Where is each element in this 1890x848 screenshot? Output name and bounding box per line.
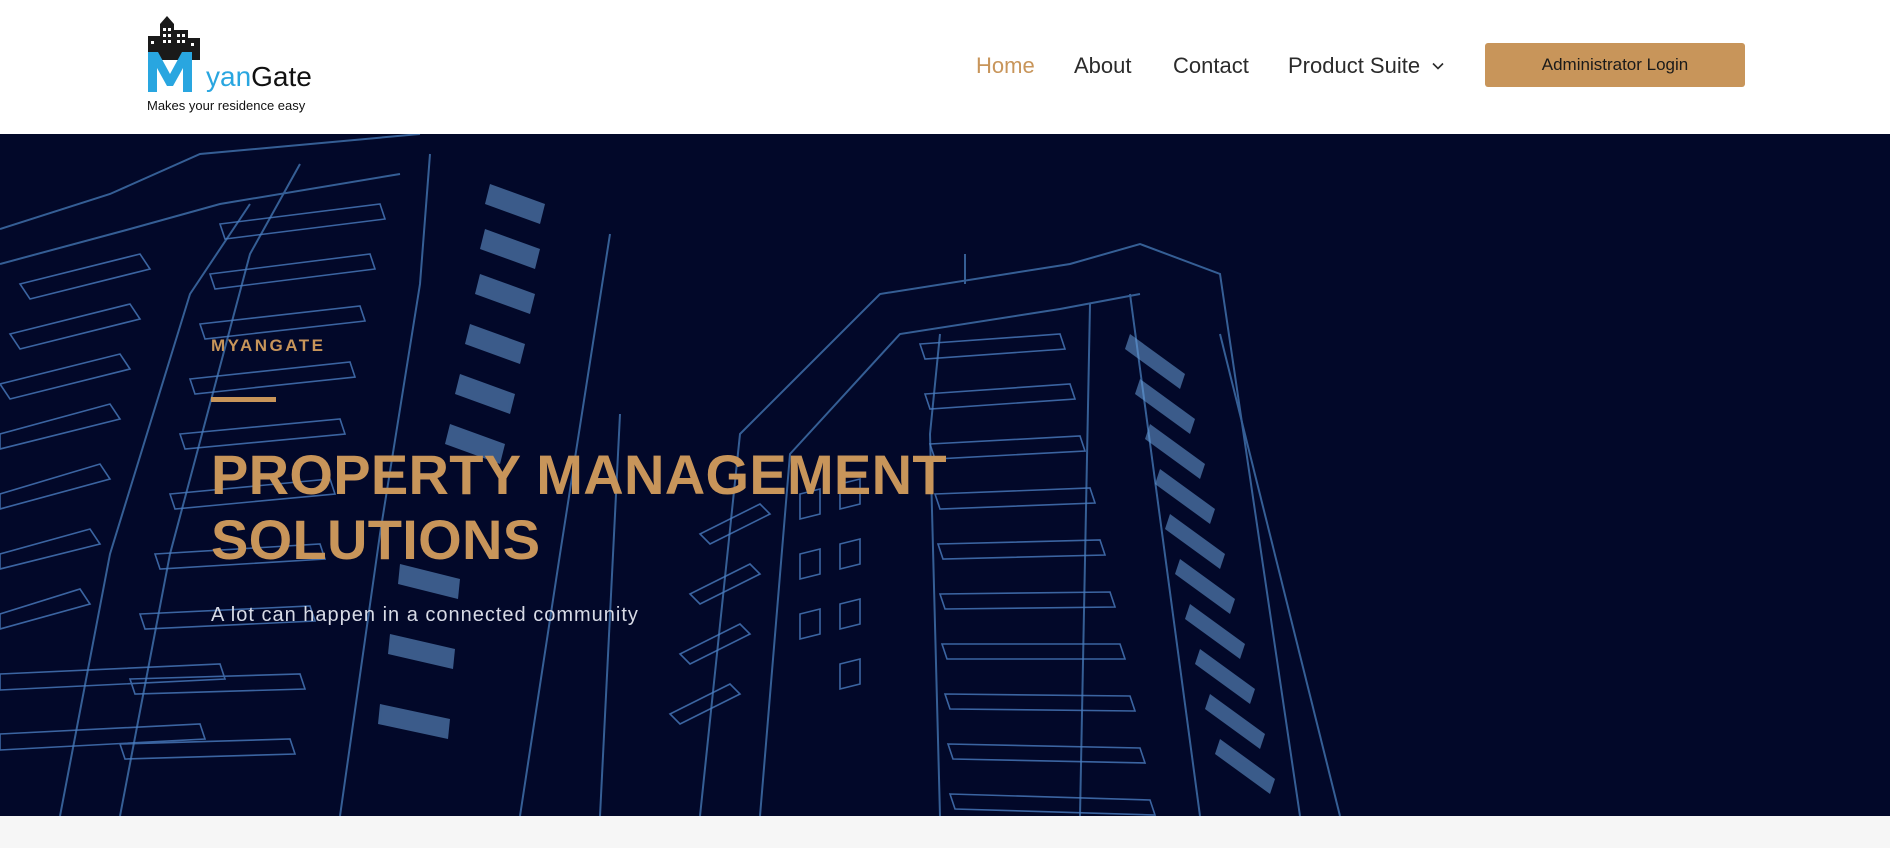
buildings-icon — [148, 16, 200, 92]
hero-title-line-1: PROPERTY MANAGEMENT — [211, 443, 947, 506]
hero-content: MYANGATE PROPERTY MANAGEMENT SOLUTIONS A… — [211, 134, 1011, 816]
brand-logo[interactable]: yanGate Makes your residence easy — [146, 16, 316, 116]
nav-product-suite-label: Product Suite — [1288, 53, 1421, 78]
brand-wordmark: yanGate — [206, 60, 312, 94]
site-header: yanGate Makes your residence easy Home A… — [0, 0, 1890, 134]
hero-eyebrow: MYANGATE — [211, 336, 326, 355]
eyebrow-divider — [211, 397, 276, 402]
hero-title-line-2: SOLUTIONS — [211, 508, 541, 571]
brand-tagline: Makes your residence easy — [147, 98, 306, 113]
brand-word-gate: Gate — [251, 61, 312, 92]
nav-contact[interactable]: Contact — [1173, 48, 1249, 84]
hero-title: PROPERTY MANAGEMENT SOLUTIONS — [211, 442, 971, 572]
chevron-down-icon — [1432, 62, 1444, 70]
administrator-login-button[interactable]: Administrator Login — [1485, 43, 1745, 87]
nav-product-suite[interactable]: Product Suite — [1288, 48, 1446, 84]
nav-home[interactable]: Home — [976, 48, 1035, 84]
brand-word-yan: yan — [206, 61, 252, 92]
hero-subtitle: A lot can happen in a connected communit… — [211, 604, 639, 626]
hero-section: MYANGATE PROPERTY MANAGEMENT SOLUTIONS A… — [0, 134, 1890, 816]
nav-about[interactable]: About — [1074, 48, 1132, 84]
next-section-edge — [0, 816, 1890, 848]
